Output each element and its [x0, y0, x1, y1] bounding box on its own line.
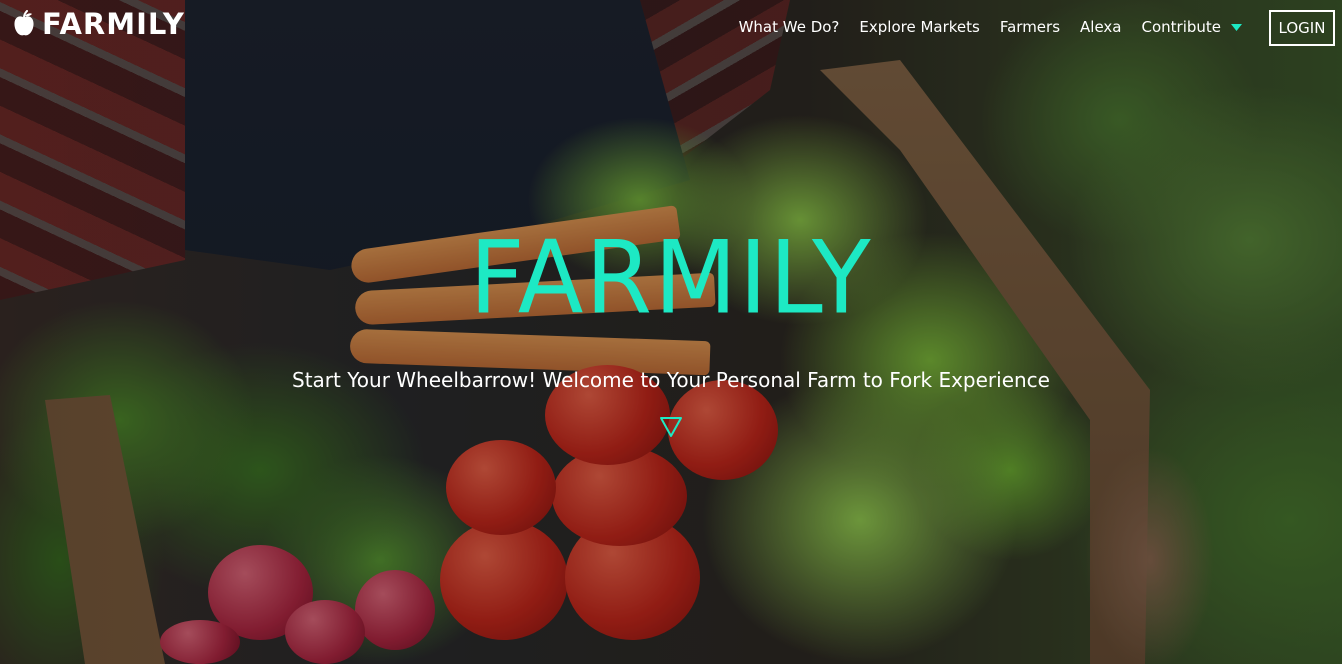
nav-link-contribute[interactable]: Contribute: [1141, 18, 1221, 36]
nav-link-what-we-do[interactable]: What We Do?: [739, 18, 840, 36]
caret-down-icon[interactable]: [1231, 23, 1242, 31]
nav-link-explore-markets[interactable]: Explore Markets: [859, 18, 979, 36]
triangle-down-icon[interactable]: [659, 416, 683, 438]
top-navbar: FARMILY What We Do? Explore Markets Farm…: [0, 0, 1342, 60]
brand-name: FARMILY: [42, 7, 185, 41]
apple-icon: [14, 10, 34, 36]
login-button[interactable]: LOGIN: [1269, 10, 1335, 46]
nav-menu: What We Do? Explore Markets Farmers Alex…: [739, 18, 1242, 36]
hero-subtitle: Start Your Wheelbarrow! Welcome to Your …: [292, 368, 1050, 392]
brand-logo-link[interactable]: FARMILY: [12, 7, 185, 41]
hero-title: FARMILY: [469, 219, 873, 337]
scroll-down-button[interactable]: [659, 416, 683, 438]
contribute-dropdown[interactable]: Contribute: [1141, 18, 1242, 36]
nav-link-farmers[interactable]: Farmers: [1000, 18, 1060, 36]
hero-section: FARMILY What We Do? Explore Markets Farm…: [0, 0, 1342, 664]
nav-link-alexa[interactable]: Alexa: [1080, 18, 1121, 36]
